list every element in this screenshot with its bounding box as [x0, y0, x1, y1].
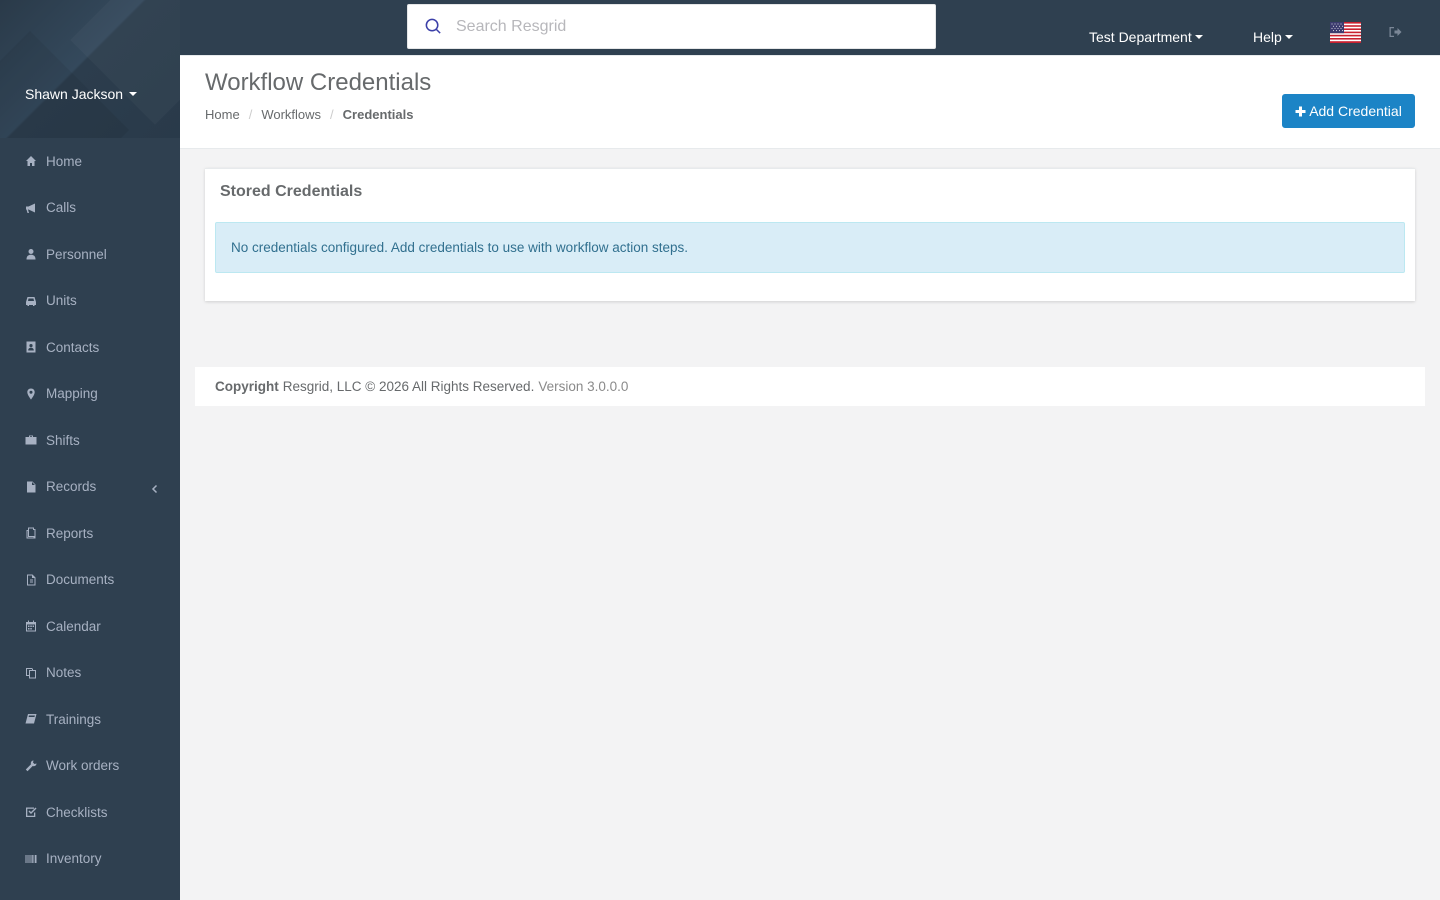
breadcrumb: Home / Workflows / Credentials: [205, 107, 413, 122]
sidebar-item-calendar[interactable]: Calendar: [0, 603, 180, 650]
add-credential-button[interactable]: Add Credential: [1282, 94, 1415, 128]
document-icon: [25, 574, 37, 586]
profile-header: Shawn Jackson: [0, 0, 180, 138]
sidebar-item-calls[interactable]: Calls: [0, 185, 180, 232]
sidebar-item-records[interactable]: Records: [0, 464, 180, 511]
page-title: Workflow Credentials: [205, 69, 432, 96]
sidebar-item-label: Calendar: [46, 618, 101, 634]
plus-icon: [1295, 106, 1306, 116]
sidebar-item-label: Work orders: [46, 758, 120, 774]
book-icon: [25, 713, 37, 725]
copyright-label: Copyright: [215, 379, 279, 394]
report-icon: [25, 527, 37, 539]
sidebar-item-shifts[interactable]: Shifts: [0, 417, 180, 464]
address-book-icon: [25, 341, 37, 353]
sidebar-item-trainings[interactable]: Trainings: [0, 696, 180, 743]
sidebar-item-home[interactable]: Home: [0, 138, 180, 185]
sidebar-item-contacts[interactable]: Contacts: [0, 324, 180, 371]
breadcrumb-home[interactable]: Home: [205, 107, 240, 122]
map-marker-icon: [25, 388, 37, 400]
sidebar-item-units[interactable]: Units: [0, 278, 180, 325]
user-name: Shawn Jackson: [25, 86, 124, 102]
sidebar-item-inventory[interactable]: Inventory: [0, 836, 180, 883]
sidebar-item-documents[interactable]: Documents: [0, 557, 180, 604]
sidebar-item-label: Shifts: [46, 432, 80, 448]
search-input[interactable]: [456, 17, 896, 36]
checkbox-icon: [25, 806, 37, 818]
file-icon: [25, 481, 37, 493]
sidebar-nav: Home Calls Personnel Units Contacts Mapp…: [0, 138, 180, 882]
chevron-left-icon: [150, 482, 160, 493]
sidebar-item-label: Inventory: [46, 851, 102, 867]
sidebar-item-label: Calls: [46, 200, 77, 216]
footer: Copyright Resgrid, LLC © 2026 All Rights…: [195, 367, 1425, 406]
caret-down-icon: [1194, 35, 1203, 39]
barcode-icon: [25, 853, 37, 865]
alert-text: No credentials configured. Add credentia…: [231, 240, 688, 255]
panel-title: Stored Credentials: [220, 183, 363, 200]
notes-icon: [25, 667, 37, 679]
sidebar-item-label: Personnel: [46, 246, 107, 262]
home-icon: [25, 155, 37, 167]
sidebar-item-mapping[interactable]: Mapping: [0, 371, 180, 418]
search-icon[interactable]: [424, 17, 444, 37]
sidebar-item-personnel[interactable]: Personnel: [0, 231, 180, 278]
sidebar-item-label: Reports: [46, 525, 94, 541]
sidebar-item-checklists[interactable]: Checklists: [0, 789, 180, 836]
search-box: [407, 4, 936, 49]
sidebar-item-label: Trainings: [46, 711, 102, 727]
copyright-text: Resgrid, LLC © 2026 All Rights Reserved.: [282, 379, 535, 394]
department-label: Test Department: [1089, 29, 1192, 45]
sidebar-item-label: Checklists: [46, 804, 108, 820]
department-dropdown[interactable]: Test Department: [1089, 29, 1203, 45]
breadcrumb-workflows[interactable]: Workflows: [261, 107, 321, 122]
help-label: Help: [1253, 29, 1282, 45]
us-flag-icon[interactable]: [1330, 22, 1361, 43]
breadcrumb-separator: /: [330, 107, 334, 122]
sidebar: Shawn Jackson Home Calls Personnel Units…: [0, 0, 180, 900]
help-dropdown[interactable]: Help: [1253, 29, 1293, 45]
caret-down-icon: [129, 92, 138, 96]
sidebar-item-label: Notes: [46, 665, 82, 681]
bullhorn-icon: [25, 202, 37, 214]
truck-icon: [25, 295, 37, 307]
top-navbar: Test Department Help: [180, 0, 1440, 56]
breadcrumb-separator: /: [248, 107, 253, 122]
add-credential-label: Add Credential: [1309, 103, 1402, 119]
sidebar-item-label: Documents: [46, 572, 115, 588]
version-text: Version 3.0.0.0: [538, 379, 629, 394]
logout-icon[interactable]: [1389, 26, 1402, 38]
sidebar-item-label: Units: [46, 293, 77, 309]
sidebar-item-label: Mapping: [46, 386, 98, 402]
sidebar-item-label: Records: [46, 479, 97, 495]
sidebar-item-work-orders[interactable]: Work orders: [0, 743, 180, 790]
user-icon: [25, 248, 37, 260]
calendar-icon: [25, 620, 37, 632]
stored-credentials-panel: Stored Credentials No credentials config…: [205, 168, 1415, 301]
wrench-icon: [25, 760, 37, 772]
info-alert: No credentials configured. Add credentia…: [215, 222, 1405, 273]
sidebar-item-reports[interactable]: Reports: [0, 510, 180, 557]
sidebar-item-label: Contacts: [46, 339, 100, 355]
page-heading: Workflow Credentials Home / Workflows / …: [180, 56, 1440, 149]
user-menu-toggle[interactable]: Shawn Jackson: [25, 86, 138, 102]
sidebar-item-label: Home: [46, 153, 83, 169]
sidebar-item-notes[interactable]: Notes: [0, 650, 180, 697]
caret-down-icon: [1284, 35, 1293, 39]
briefcase-icon: [25, 434, 37, 446]
breadcrumb-credentials: Credentials: [342, 107, 414, 122]
